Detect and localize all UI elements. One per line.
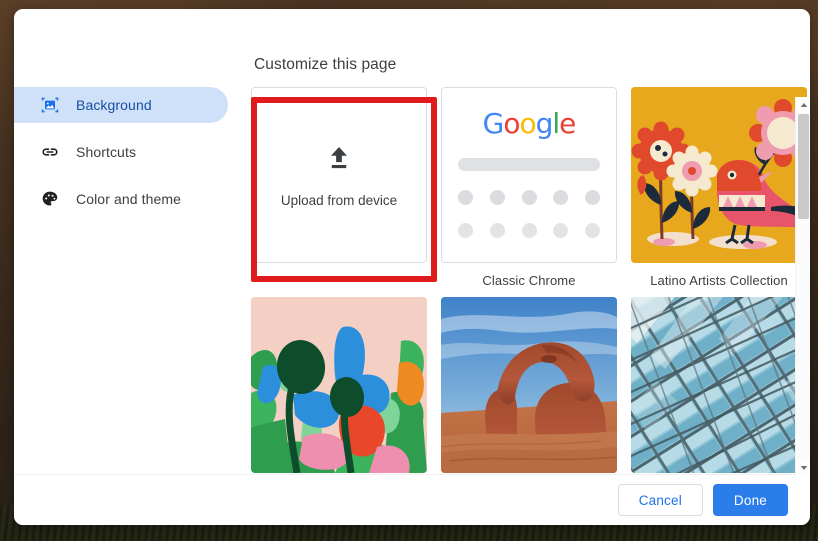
sidebar-item-shortcuts[interactable]: Shortcuts [14,134,228,170]
tile-arch-photo-wrap [441,297,617,473]
tile-classic-chrome[interactable]: Google [441,87,617,263]
tile-latino-artists-wrap: Latino Artists Collection [631,87,807,288]
customize-page-dialog: Customize this page Background Shortcuts… [14,9,810,525]
arch-photo-artwork [441,297,617,473]
tile-label: Classic Chrome [482,273,576,288]
tile-scrollbar[interactable] [795,97,810,475]
tile-abstract-flowers[interactable] [251,297,427,473]
upload-from-device-label: Upload from device [280,192,398,208]
latino-artwork [631,87,807,263]
shortcut-dots-row-2 [458,223,600,238]
tile-abstract-flowers-wrap [251,297,427,473]
glass-building-artwork [631,297,807,473]
sidebar-item-label: Background [76,97,152,113]
palette-icon [40,189,60,209]
background-tile-grid: Upload from device Google Classic Chrome… [236,87,810,473]
scrollbar-thumb[interactable] [798,114,809,219]
tile-glass-building-wrap [631,297,807,473]
tile-arch-photo[interactable] [441,297,617,473]
background-tile-scroll-area[interactable]: Upload from device Google Classic Chrome… [236,87,810,475]
triangle-up-icon[interactable] [796,97,810,112]
sidebar-item-color-and-theme[interactable]: Color and theme [14,181,228,217]
upload-icon [324,143,354,178]
sidebar-item-label: Shortcuts [76,144,137,160]
sidebar: Background Shortcuts Color and theme [14,87,228,228]
search-bar-placeholder [458,158,600,171]
triangle-down-icon[interactable] [796,460,810,475]
google-logo: Google [482,107,577,140]
tile-label: Latino Artists Collection [650,273,788,288]
sidebar-item-background[interactable]: Background [14,87,228,123]
page-title: Customize this page [254,56,397,73]
sidebar-item-label: Color and theme [76,191,182,207]
done-button[interactable]: Done [712,484,788,516]
link-icon [40,142,60,162]
tile-latino-artists-collection[interactable] [631,87,807,263]
shortcut-dots-row-1 [458,190,600,205]
cancel-button[interactable]: Cancel [617,484,703,516]
tile-upload-from-device[interactable]: Upload from device [251,87,427,263]
tile-glass-building[interactable] [631,297,807,473]
abstract-flowers-artwork [251,297,427,473]
tile-upload-from-device-wrap: Upload from device [251,87,427,288]
image-icon [40,95,60,115]
tile-classic-chrome-wrap: Google Classic Chrome [441,87,617,288]
dialog-footer: Cancel Done [14,475,810,525]
